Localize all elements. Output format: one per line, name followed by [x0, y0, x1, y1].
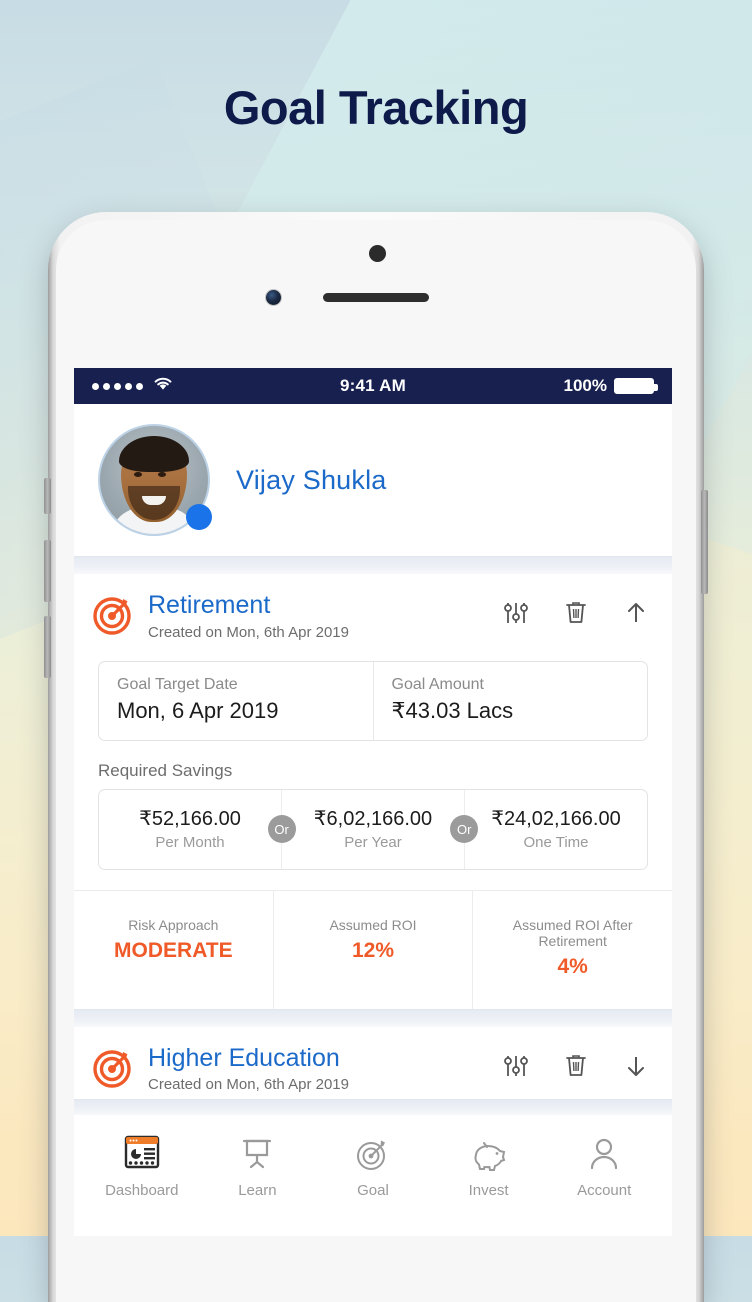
tune-sliders-icon[interactable]	[504, 600, 528, 626]
dashboard-icon	[84, 1131, 200, 1177]
goal-stats-row: Risk Approach MODERATE Assumed ROI 12% A…	[74, 890, 672, 1009]
chevron-down-icon[interactable]	[624, 1053, 648, 1079]
tab-dashboard-label: Dashboard	[84, 1182, 200, 1199]
section-divider-band-2	[74, 1009, 672, 1027]
chevron-up-icon[interactable]	[624, 600, 648, 626]
tab-goal[interactable]: Goal	[315, 1131, 431, 1199]
trash-icon[interactable]	[564, 1053, 588, 1079]
bottom-tab-bar: Dashboard Learn	[74, 1115, 672, 1205]
tune-sliders-icon[interactable]	[504, 1053, 528, 1079]
learn-board-icon	[200, 1131, 316, 1177]
goal-target-date-value: Mon, 6 Apr 2019	[117, 698, 355, 724]
goal-created-date: Created on Mon, 6th Apr 2019	[148, 624, 504, 641]
profile-name: Vijay Shukla	[236, 465, 387, 496]
proximity-sensor-icon	[369, 245, 386, 262]
goal-target-date-cell: Goal Target Date Mon, 6 Apr 2019	[99, 662, 373, 740]
status-bar-left	[92, 376, 340, 396]
goal-header-text-2: Higher Education Created on Mon, 6th Apr…	[148, 1045, 504, 1094]
avatar-eye-right	[158, 472, 166, 477]
avatar-eye-left	[134, 472, 142, 477]
savings-per-year: ₹6,02,166.00 Per Year	[281, 790, 464, 869]
savings-per-month-amount: ₹52,166.00	[105, 806, 275, 831]
goal-amount-cell: Goal Amount ₹43.03 Lacs	[373, 662, 648, 740]
stat-risk-approach-value: MODERATE	[82, 939, 265, 963]
status-bar: 9:41 AM 100%	[74, 368, 672, 404]
volume-down-button[interactable]	[44, 616, 51, 678]
front-camera-icon	[266, 290, 281, 305]
status-badge-dot[interactable]	[186, 504, 212, 530]
avatar-hair	[119, 436, 189, 472]
goal-title: Retirement	[148, 592, 504, 620]
power-button[interactable]	[701, 490, 708, 594]
piggy-bank-icon	[431, 1131, 547, 1177]
target-goal-icon	[92, 1047, 134, 1089]
goal-header-text: Retirement Created on Mon, 6th Apr 2019	[148, 592, 504, 641]
or-separator-2: Or	[450, 815, 478, 843]
goal-card-retirement: Retirement Created on Mon, 6th Apr 2019	[74, 574, 672, 1009]
required-savings-label: Required Savings	[98, 761, 648, 781]
wifi-icon	[153, 376, 173, 396]
avatar-wrapper[interactable]	[98, 424, 210, 536]
phone-screen: 9:41 AM 100% Vijay Shukla	[74, 368, 672, 1236]
battery-percent-label: 100%	[564, 376, 607, 396]
goal-created-date-2: Created on Mon, 6th Apr 2019	[148, 1076, 504, 1093]
goal-actions	[504, 600, 648, 626]
stat-assumed-roi-after-retirement: Assumed ROI After Retirement 4%	[472, 891, 672, 1009]
tab-goal-label: Goal	[315, 1182, 431, 1199]
status-bar-time: 9:41 AM	[340, 376, 406, 396]
person-icon	[546, 1131, 662, 1177]
tab-invest[interactable]: Invest	[431, 1131, 547, 1199]
stat-assumed-roi-after-retirement-label: Assumed ROI After Retirement	[481, 917, 664, 949]
section-divider-band-3	[74, 1099, 672, 1115]
goal-target-date-label: Goal Target Date	[117, 676, 355, 694]
battery-icon	[614, 378, 654, 394]
goal-card-header-2[interactable]: Higher Education Created on Mon, 6th Apr…	[74, 1027, 672, 1100]
status-bar-right: 100%	[406, 376, 654, 396]
signal-strength-icon	[92, 383, 143, 390]
page-title: Goal Tracking	[0, 80, 752, 135]
tab-dashboard[interactable]: Dashboard	[84, 1131, 200, 1199]
savings-per-month: ₹52,166.00 Per Month	[99, 790, 281, 869]
goal-amount-value: ₹43.03 Lacs	[392, 698, 630, 724]
tab-learn-label: Learn	[200, 1182, 316, 1199]
savings-one-time-amount: ₹24,02,166.00	[471, 806, 641, 831]
goal-amount-label: Goal Amount	[392, 676, 630, 694]
tab-invest-label: Invest	[431, 1182, 547, 1199]
trash-icon[interactable]	[564, 600, 588, 626]
goal-target-icon	[315, 1131, 431, 1177]
or-separator-1: Or	[268, 815, 296, 843]
profile-header[interactable]: Vijay Shukla	[74, 404, 672, 556]
mute-switch-button[interactable]	[44, 478, 51, 514]
stat-assumed-roi-value: 12%	[282, 939, 465, 963]
stat-risk-approach: Risk Approach MODERATE	[74, 891, 273, 1009]
stat-assumed-roi-after-retirement-value: 4%	[481, 955, 664, 979]
goal-info-box: Goal Target Date Mon, 6 Apr 2019 Goal Am…	[98, 661, 648, 741]
required-savings-box: ₹52,166.00 Per Month ₹6,02,166.00 Per Ye…	[98, 789, 648, 870]
goal-card-header[interactable]: Retirement Created on Mon, 6th Apr 2019	[74, 574, 672, 647]
savings-per-year-unit: Per Year	[288, 834, 458, 851]
tab-account[interactable]: Account	[546, 1131, 662, 1199]
earpiece-speaker	[323, 293, 429, 302]
goal-actions-2	[504, 1053, 648, 1079]
goal-title-2: Higher Education	[148, 1045, 504, 1073]
target-goal-icon	[92, 594, 134, 636]
savings-per-year-amount: ₹6,02,166.00	[288, 806, 458, 831]
goal-card-higher-education: Higher Education Created on Mon, 6th Apr…	[74, 1027, 672, 1100]
stat-assumed-roi-label: Assumed ROI	[282, 917, 465, 933]
stat-risk-approach-label: Risk Approach	[82, 917, 265, 933]
savings-one-time-unit: One Time	[471, 834, 641, 851]
tab-learn[interactable]: Learn	[200, 1131, 316, 1199]
section-divider-band	[74, 556, 672, 574]
savings-one-time: ₹24,02,166.00 One Time	[464, 790, 647, 869]
savings-per-month-unit: Per Month	[105, 834, 275, 851]
tab-account-label: Account	[546, 1182, 662, 1199]
volume-up-button[interactable]	[44, 540, 51, 602]
stat-assumed-roi: Assumed ROI 12%	[273, 891, 473, 1009]
